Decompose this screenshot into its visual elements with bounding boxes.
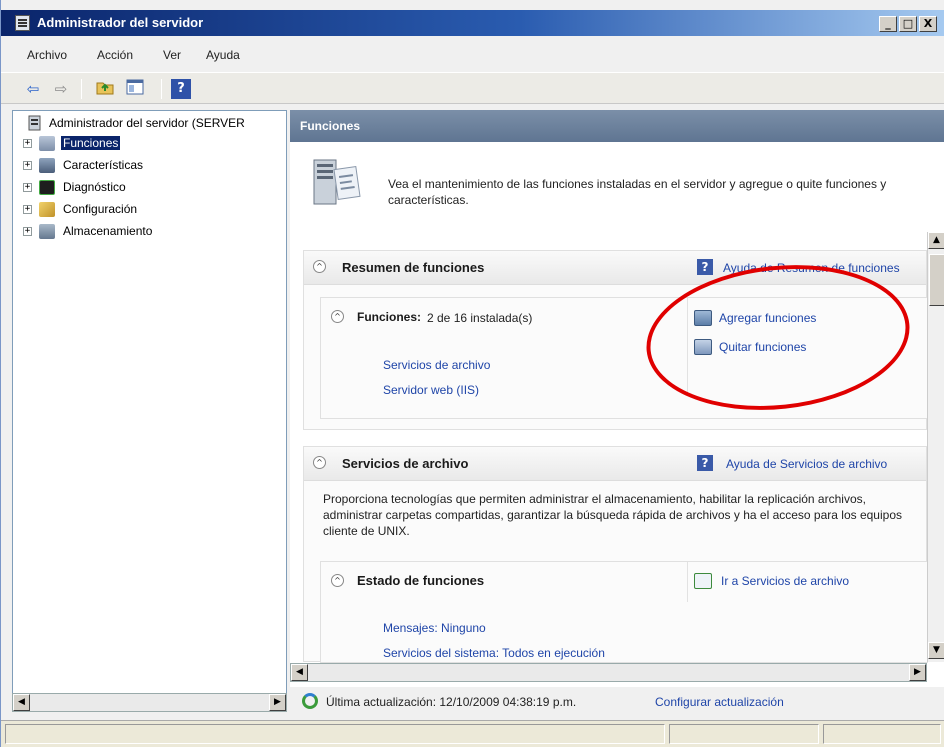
refresh-icon[interactable] [302, 693, 318, 709]
window-title: Administrador del servidor [37, 15, 204, 30]
configure-refresh-link[interactable]: Configurar actualización [655, 695, 784, 709]
role-status-subsection: ^ Estado de funciones Ir a Servicios de … [320, 561, 928, 663]
expand-icon[interactable]: + [23, 227, 32, 236]
file-services-section: ^ Servicios de archivo ? Ayuda de Servic… [303, 446, 928, 663]
section-header: ^ Servicios de archivo ? Ayuda de Servic… [304, 447, 926, 481]
scroll-left-button[interactable]: ◀ [13, 694, 30, 711]
roles-count: 2 de 16 instalada(s) [427, 311, 533, 325]
roles-large-icon [313, 159, 361, 205]
section-title: Resumen de funciones [342, 260, 485, 275]
title-bar[interactable]: Administrador del servidor _ □ X [1, 10, 944, 36]
toolbar-separator [161, 79, 162, 99]
content-header: Funciones [290, 110, 944, 142]
server-manager-window: Administrador del servidor _ □ X Archivo… [0, 0, 944, 747]
role-link-web-server[interactable]: Servidor web (IIS) [383, 383, 479, 397]
features-icon [39, 158, 55, 173]
scroll-up-button[interactable]: ▲ [928, 232, 944, 249]
menu-bar: Archivo Acción Ver Ayuda [1, 44, 944, 68]
status-panel [5, 724, 665, 744]
menu-ver[interactable]: Ver [163, 48, 181, 62]
add-roles-icon [694, 310, 712, 326]
remove-roles-icon [694, 339, 712, 355]
last-update-text: Última actualización: 12/10/2009 04:38:1… [326, 695, 577, 709]
scroll-down-button[interactable]: ▼ [928, 642, 944, 659]
content-horizontal-scrollbar[interactable]: ◀ ▶ [290, 663, 927, 682]
scroll-thumb[interactable] [929, 254, 944, 306]
collapse-chevron-icon[interactable]: ^ [331, 310, 344, 323]
expand-icon[interactable]: + [23, 183, 32, 192]
menu-accion[interactable]: Acción [97, 48, 133, 62]
section-header: ^ Resumen de funciones ? Ayuda de Resume… [304, 251, 926, 285]
storage-icon [39, 224, 55, 239]
file-services-description: Proporciona tecnologías que permiten adm… [323, 492, 902, 538]
expand-icon[interactable]: + [23, 161, 32, 170]
navigation-tree[interactable]: Administrador del servidor (SERVER + Fun… [12, 110, 287, 711]
help-icon: ? [697, 259, 713, 275]
scroll-right-button[interactable]: ▶ [269, 694, 286, 711]
roles-summary-section: ^ Resumen de funciones ? Ayuda de Resume… [303, 250, 928, 430]
server-manager-icon [15, 15, 30, 31]
tree-item-label: Configuración [63, 202, 138, 216]
minimize-button[interactable]: _ [879, 16, 897, 32]
tree-root-label: Administrador del servidor (SERVER [49, 116, 245, 130]
toolbar: ⇦ ⇨ ? [1, 72, 944, 104]
system-services-link[interactable]: Servicios del sistema: Todos en ejecució… [383, 646, 605, 660]
status-panel [669, 724, 819, 744]
server-manager-icon [28, 115, 41, 131]
scroll-right-button[interactable]: ▶ [909, 664, 926, 681]
go-to-file-services-link[interactable]: Ir a Servicios de archivo [721, 574, 849, 588]
divider [687, 298, 688, 396]
menu-archivo[interactable]: Archivo [27, 48, 67, 62]
messages-link[interactable]: Mensajes: Ninguno [383, 621, 486, 635]
collapse-chevron-icon[interactable]: ^ [313, 456, 326, 469]
toolbar-separator [81, 79, 82, 99]
roles-icon [39, 136, 55, 151]
roles-subsection: ^ Funciones: 2 de 16 instalada(s) Servic… [320, 297, 928, 419]
add-roles-link[interactable]: Agregar funciones [719, 311, 816, 325]
section-title: Servicios de archivo [342, 456, 469, 471]
content-vertical-scrollbar[interactable]: ▲ ▼ [927, 232, 944, 662]
close-button[interactable]: X [919, 16, 937, 32]
back-arrow-icon[interactable]: ⇦ [23, 79, 43, 99]
role-link-file-services[interactable]: Servicios de archivo [383, 358, 490, 372]
divider [687, 562, 688, 602]
expand-icon[interactable]: + [23, 139, 32, 148]
go-to-icon [694, 573, 712, 589]
tree-item-label: Funciones [61, 136, 121, 150]
tree-item-label: Almacenamiento [63, 224, 153, 238]
refresh-status-line: Última actualización: 12/10/2009 04:38:1… [290, 689, 944, 713]
roles-label: Funciones: [357, 310, 422, 324]
roles-summary-help-link[interactable]: Ayuda de Resumen de funciones [723, 261, 900, 275]
forward-arrow-icon[interactable]: ⇨ [51, 79, 71, 99]
maximize-button[interactable]: □ [899, 16, 917, 32]
collapse-chevron-icon[interactable]: ^ [313, 260, 326, 273]
menu-ayuda[interactable]: Ayuda [206, 48, 240, 62]
configuration-icon [39, 202, 55, 217]
remove-roles-link[interactable]: Quitar funciones [719, 340, 806, 354]
file-services-help-link[interactable]: Ayuda de Servicios de archivo [726, 457, 887, 471]
status-bar [1, 720, 944, 747]
status-panel [823, 724, 941, 744]
show-hide-tree-icon[interactable] [125, 79, 145, 99]
intro-description: Vea el mantenimiento de las funciones in… [388, 177, 887, 207]
collapse-chevron-icon[interactable]: ^ [331, 574, 344, 587]
expand-icon[interactable]: + [23, 205, 32, 214]
up-folder-icon[interactable] [95, 79, 115, 99]
help-icon: ? [697, 455, 713, 471]
diagnostics-icon [39, 180, 55, 195]
tree-horizontal-scrollbar[interactable]: ◀ ▶ [12, 693, 287, 712]
tree-item-label: Características [63, 158, 144, 172]
help-icon[interactable]: ? [171, 79, 191, 99]
role-status-title: Estado de funciones [357, 573, 485, 588]
tree-item-label: Diagnóstico [63, 180, 126, 194]
scroll-left-button[interactable]: ◀ [291, 664, 308, 681]
